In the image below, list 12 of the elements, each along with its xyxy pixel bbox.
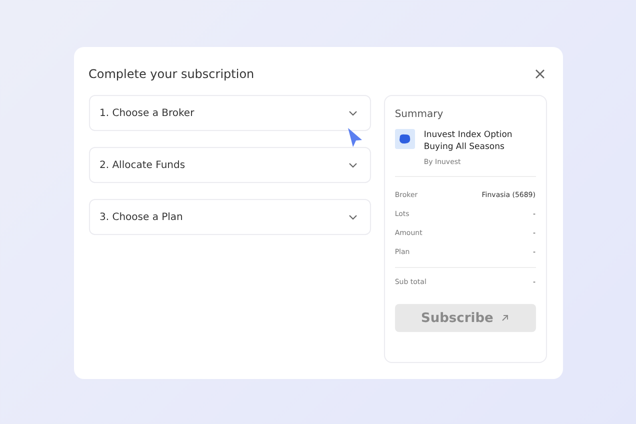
close-button[interactable] xyxy=(532,67,546,81)
chevron-icon xyxy=(348,212,358,222)
accordion-step[interactable]: 1. Choose a Broker xyxy=(88,95,371,131)
accordion-step[interactable]: 3. Choose a Plan xyxy=(88,199,371,235)
product-logo-icon xyxy=(394,129,415,149)
chevron-icon xyxy=(348,160,358,170)
chevron-icon xyxy=(348,108,358,118)
accordion-step[interactable]: 2. Allocate Funds xyxy=(88,147,371,183)
arrow-icon xyxy=(501,314,510,322)
product-name: Inuvest Index Option Buying All Seasons xyxy=(424,129,514,153)
dialog-title: Complete your subscription xyxy=(88,67,254,81)
summary-heading: Summary xyxy=(394,109,444,120)
